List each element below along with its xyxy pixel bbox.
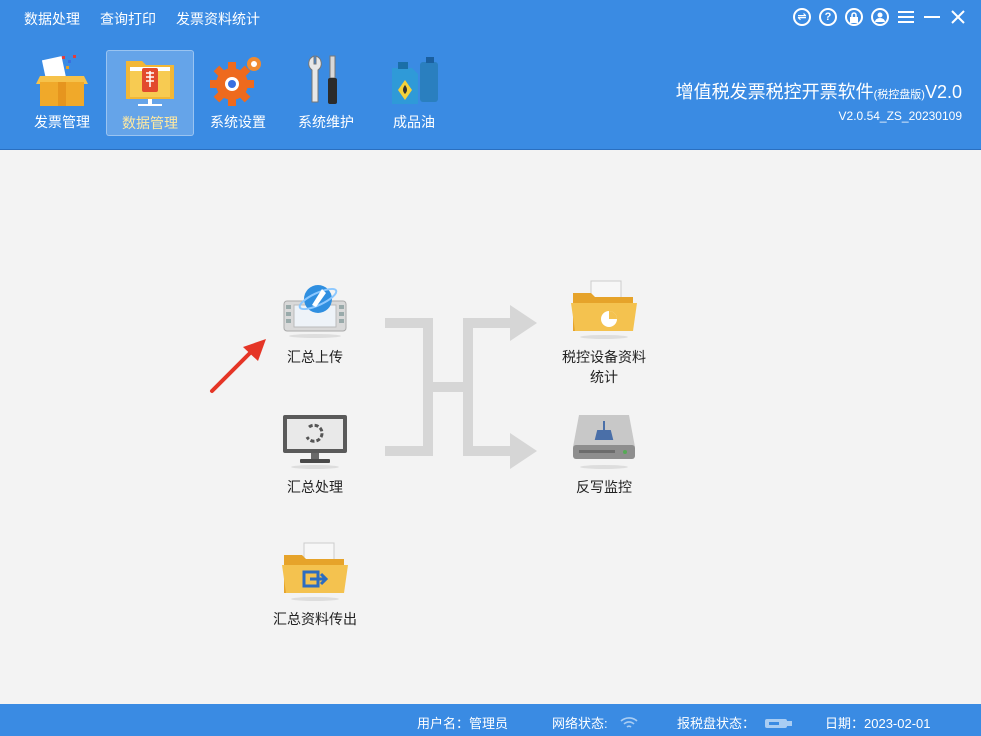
status-bar: 用户名：管理员 网络状态: 报税盘状态： 日期：2023-02-01 — [0, 704, 981, 736]
data-management-panel: 汇总上传 汇总处理 汇总资料传出 税控设备资料 统计 反写监控 — [0, 151, 981, 704]
data-folder-icon — [126, 61, 174, 106]
toolbar-invoice-management[interactable]: 发票管理 — [18, 50, 106, 136]
writeback-monitor[interactable]: 反写监控 — [549, 413, 659, 497]
close-icon[interactable] — [949, 8, 967, 26]
function-label: 汇总资料传出 — [273, 611, 357, 627]
menu-query-print[interactable]: 查询打印 — [90, 10, 166, 28]
toolbar-system-maintenance[interactable]: 系统维护 — [282, 50, 370, 136]
function-label: 汇总处理 — [287, 479, 343, 495]
flow-diagram — [210, 305, 537, 469]
app-version: V2.0 — [924, 82, 962, 102]
process-monitor-icon — [283, 415, 347, 469]
stats-folder-icon — [571, 280, 637, 339]
toolbar-refined-oil[interactable]: 成品油 — [370, 50, 458, 136]
oil-can-icon — [392, 57, 438, 104]
date-value: 2023-02-01 — [864, 716, 931, 731]
toolbar-system-settings[interactable]: 系统设置 — [194, 50, 282, 136]
tools-icon — [308, 55, 337, 104]
app-header: 数据处理 查询打印 发票资料统计 ⇌ ? 发票管理 数据管理 系统设置 系统维护… — [0, 0, 981, 150]
switch-icon[interactable]: ⇌ — [793, 8, 811, 26]
window-controls: ⇌ ? — [793, 8, 967, 26]
upload-monitor-icon — [283, 285, 347, 338]
toolbar-label: 成品油 — [393, 114, 435, 130]
network-label: 网络状态: — [552, 716, 608, 731]
menu-data-processing[interactable]: 数据处理 — [14, 10, 90, 28]
toolbar-label: 系统设置 — [210, 114, 266, 130]
menu-icon[interactable] — [897, 8, 915, 26]
function-label: 税控设备资料 统计 — [562, 347, 646, 387]
toolbar-data-management[interactable]: 数据管理 — [106, 50, 194, 136]
user-status: 用户名：管理员 — [417, 713, 508, 732]
user-icon[interactable] — [871, 8, 889, 26]
app-title: 增值税发票税控开票软件 — [675, 82, 874, 102]
main-toolbar: 发票管理 数据管理 系统设置 系统维护 成品油 — [18, 50, 458, 136]
menu-bar: 数据处理 查询打印 发票资料统计 — [14, 10, 270, 28]
lock-icon[interactable] — [845, 8, 863, 26]
tax-device-data-stats[interactable]: 税控设备资料 统计 — [549, 279, 659, 387]
menu-invoice-stats[interactable]: 发票资料统计 — [166, 10, 270, 28]
export-folder-icon — [282, 542, 348, 601]
function-label: 汇总上传 — [287, 349, 343, 365]
usb-disk-icon — [764, 719, 792, 728]
toolbar-label: 发票管理 — [34, 114, 90, 130]
minimize-icon[interactable] — [923, 8, 941, 26]
red-arrow-icon — [210, 339, 266, 393]
disk-status: 报税盘状态： — [677, 713, 793, 732]
user-value: 管理员 — [469, 716, 509, 731]
app-build: V2.0.54_ZS_20230109 — [838, 109, 962, 123]
network-status: 网络状态: — [552, 713, 639, 732]
date-status: 日期：2023-02-01 — [825, 713, 931, 732]
wifi-icon — [620, 717, 638, 728]
invoice-box-icon — [36, 55, 88, 106]
summary-process[interactable]: 汇总处理 — [260, 413, 370, 497]
app-edition: (税控盘版) — [873, 89, 925, 101]
help-icon[interactable]: ? — [819, 8, 837, 26]
flow-connectors — [385, 305, 537, 469]
disk-drive-icon — [573, 415, 635, 469]
label-line-2: 统计 — [590, 369, 618, 385]
label-line-1: 税控设备资料 — [562, 349, 646, 365]
toolbar-label: 数据管理 — [122, 115, 178, 131]
toolbar-label: 系统维护 — [298, 114, 354, 130]
date-label: 日期： — [825, 716, 865, 731]
user-label: 用户名： — [417, 716, 470, 731]
gears-icon — [210, 57, 261, 106]
app-brand: 增值税发票税控开票软件(税控盘版)V2.0 V2.0.54_ZS_2023010… — [676, 80, 962, 123]
summary-data-export[interactable]: 汇总资料传出 — [260, 541, 370, 629]
function-label: 反写监控 — [576, 479, 632, 495]
disk-label: 报税盘状态： — [677, 716, 756, 731]
summary-upload[interactable]: 汇总上传 — [260, 281, 370, 367]
